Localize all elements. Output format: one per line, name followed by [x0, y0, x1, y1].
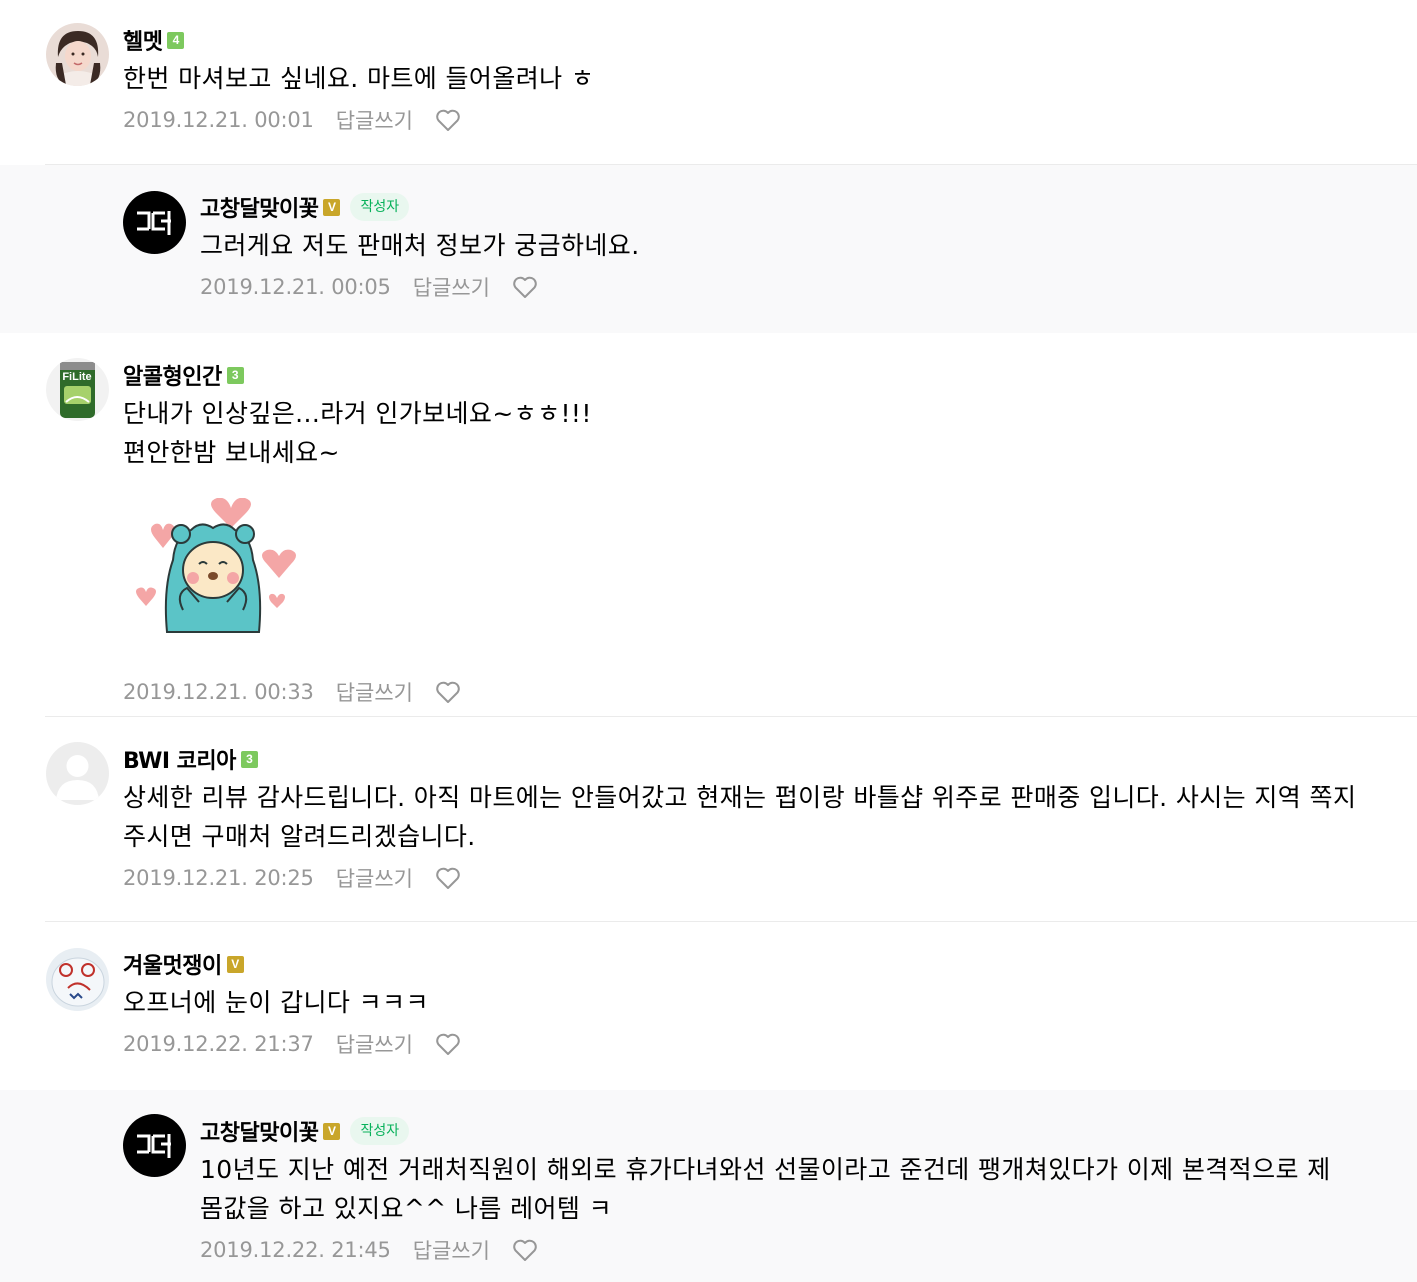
comment-text-line: 그러게요 저도 판매처 정보가 궁금하네요.: [200, 231, 640, 260]
member-level-badge: 3: [240, 750, 258, 768]
profile-avatar[interactable]: FiLite: [46, 358, 109, 421]
comment-item: BWI 코리아 3 상세한 리뷰 감사드립니다. 아직 마트에는 안들어갔고 현…: [0, 717, 1417, 922]
comment-nickname[interactable]: BWI 코리아: [123, 743, 236, 775]
like-heart-icon[interactable]: [435, 866, 461, 890]
comment-text-line: 오프너에 눈이 갑니다 ㅋㅋㅋ: [123, 988, 429, 1017]
like-heart-icon[interactable]: [435, 680, 461, 704]
comment-meta: 2019.12.22. 21:37 답글쓰기: [123, 1028, 1389, 1060]
comment-item: 겨울멋쟁이 V 오프너에 눈이 갑니다 ㅋㅋㅋ 2019.12.22. 21:3…: [0, 922, 1417, 1090]
reply-button[interactable]: 답글쓰기: [336, 1029, 413, 1059]
comment-text-line: 10년도 지난 예전 거래처직원이 해외로 휴가다녀와선 선물이라고 준건데 팽…: [200, 1155, 1331, 1223]
profile-avatar[interactable]: [46, 948, 109, 1011]
member-level-badge: 3: [226, 366, 244, 384]
comment-text-line: 편안한밤 보내세요~: [123, 438, 340, 467]
comment-body: BWI 코리아 3 상세한 리뷰 감사드립니다. 아직 마트에는 안들어갔고 현…: [123, 742, 1389, 894]
like-heart-icon[interactable]: [512, 1238, 538, 1262]
comment-nameline: 헬멧 4: [123, 23, 1389, 57]
gdm-logo-icon: [123, 191, 186, 254]
comment-meta: 2019.12.21. 20:25 답글쓰기: [123, 862, 1389, 894]
verified-level-badge: V: [226, 955, 244, 973]
reply-button[interactable]: 답글쓰기: [336, 105, 413, 135]
comment-nameline: 알콜형인간 3: [123, 358, 1389, 392]
comment-meta: 2019.12.21. 00:33 답글쓰기: [123, 676, 1389, 708]
profile-photo-icon: [46, 23, 109, 86]
comment-meta: 2019.12.21. 00:01 답글쓰기: [123, 104, 1389, 136]
comment-date: 2019.12.21. 00:01: [123, 108, 314, 132]
like-heart-icon[interactable]: [435, 1032, 461, 1056]
comment-meta: 2019.12.22. 21:45 답글쓰기: [200, 1234, 1401, 1266]
comment-text-line: 단내가 인상깊은...라거 인가보네요~ㅎㅎ!!!: [123, 399, 592, 428]
comment-nickname[interactable]: 겨울멋쟁이: [123, 948, 222, 980]
author-badge: 작성자: [350, 1117, 410, 1145]
comment-text: 상세한 리뷰 감사드립니다. 아직 마트에는 안들어갔고 현재는 펍이랑 바틀샵…: [123, 778, 1389, 856]
reply-button[interactable]: 답글쓰기: [413, 1235, 490, 1265]
comment-date: 2019.12.21. 20:25: [123, 866, 314, 890]
comment-nameline: 겨울멋쟁이 V: [123, 947, 1389, 981]
comment-body: 알콜형인간 3 단내가 인상깊은...라거 인가보네요~ㅎㅎ!!! 편안한밤 보…: [123, 358, 1389, 708]
verified-level-badge: V: [323, 1122, 341, 1140]
comment-date: 2019.12.21. 00:33: [123, 680, 314, 704]
comment-text: 오프너에 눈이 갑니다 ㅋㅋㅋ: [123, 983, 1389, 1022]
comment-text: 한번 마셔보고 싶네요. 마트에 들어올려나 ㅎ: [123, 59, 1389, 98]
comment-text: 10년도 지난 예전 거래처직원이 해외로 휴가다녀와선 선물이라고 준건데 팽…: [200, 1150, 1401, 1228]
comment-item: 헬멧 4 한번 마셔보고 싶네요. 마트에 들어올려나 ㅎ 2019.12.21…: [0, 0, 1417, 165]
comment-body: 겨울멋쟁이 V 오프너에 눈이 갑니다 ㅋㅋㅋ 2019.12.22. 21:3…: [123, 947, 1389, 1060]
profile-avatar[interactable]: [46, 742, 109, 805]
author-badge: 작성자: [350, 193, 410, 221]
comment-nickname[interactable]: 고창달맞이꽃: [200, 191, 319, 223]
comment-date: 2019.12.21. 00:05: [200, 275, 391, 299]
comment-body: 고창달맞이꽃 V 작성자 10년도 지난 예전 거래처직원이 해외로 휴가다녀와…: [200, 1114, 1401, 1266]
member-level-badge: 4: [167, 31, 185, 49]
comment-text: 단내가 인상깊은...라거 인가보네요~ㅎㅎ!!! 편안한밤 보내세요~: [123, 394, 1389, 472]
reply-button[interactable]: 답글쓰기: [413, 272, 490, 302]
comment-nickname[interactable]: 헬멧: [123, 24, 163, 56]
comment-date: 2019.12.22. 21:45: [200, 1238, 391, 1262]
profile-avatar[interactable]: [46, 23, 109, 86]
reply-button[interactable]: 답글쓰기: [336, 677, 413, 707]
doodle-face-icon: [46, 948, 109, 1011]
bear-hearts-sticker: [136, 497, 296, 633]
like-heart-icon[interactable]: [512, 275, 538, 299]
default-user-icon: [46, 742, 109, 805]
profile-avatar[interactable]: [123, 191, 186, 254]
beer-can-photo-icon: FiLite: [46, 358, 109, 421]
comment-nameline: BWI 코리아 3: [123, 742, 1389, 776]
like-heart-icon[interactable]: [435, 108, 461, 132]
comment-date: 2019.12.22. 21:37: [123, 1032, 314, 1056]
comment-text-line: 상세한 리뷰 감사드립니다. 아직 마트에는 안들어갔고 현재는 펍이랑 바틀샵…: [123, 783, 1357, 851]
comment-body: 헬멧 4 한번 마셔보고 싶네요. 마트에 들어올려나 ㅎ 2019.12.21…: [123, 23, 1389, 136]
gdm-logo-icon: [123, 1114, 186, 1177]
comment-text: 그러게요 저도 판매처 정보가 궁금하네요.: [200, 226, 1389, 265]
profile-avatar[interactable]: [123, 1114, 186, 1177]
comment-nickname[interactable]: 알콜형인간: [123, 359, 222, 391]
verified-level-badge: V: [323, 198, 341, 216]
comment-reply-item: 고창달맞이꽃 V 작성자 10년도 지난 예전 거래처직원이 해외로 휴가다녀와…: [0, 1090, 1417, 1282]
comment-meta: 2019.12.21. 00:05 답글쓰기: [200, 271, 1389, 303]
comment-text-line: 한번 마셔보고 싶네요. 마트에 들어올려나 ㅎ: [123, 64, 595, 93]
comment-nameline: 고창달맞이꽃 V 작성자: [200, 190, 1389, 224]
svg-text:FiLite: FiLite: [62, 371, 91, 383]
comment-item: FiLite 알콜형인간 3 단내가 인상깊은...라거 인가보네요~ㅎㅎ!!!…: [0, 333, 1417, 717]
comment-nameline: 고창달맞이꽃 V 작성자: [200, 1114, 1401, 1148]
reply-button[interactable]: 답글쓰기: [336, 863, 413, 893]
comment-nickname[interactable]: 고창달맞이꽃: [200, 1115, 319, 1147]
comment-reply-item: 고창달맞이꽃 V 작성자 그러게요 저도 판매처 정보가 궁금하네요. 2019…: [0, 165, 1417, 333]
comment-body: 고창달맞이꽃 V 작성자 그러게요 저도 판매처 정보가 궁금하네요. 2019…: [200, 190, 1389, 303]
